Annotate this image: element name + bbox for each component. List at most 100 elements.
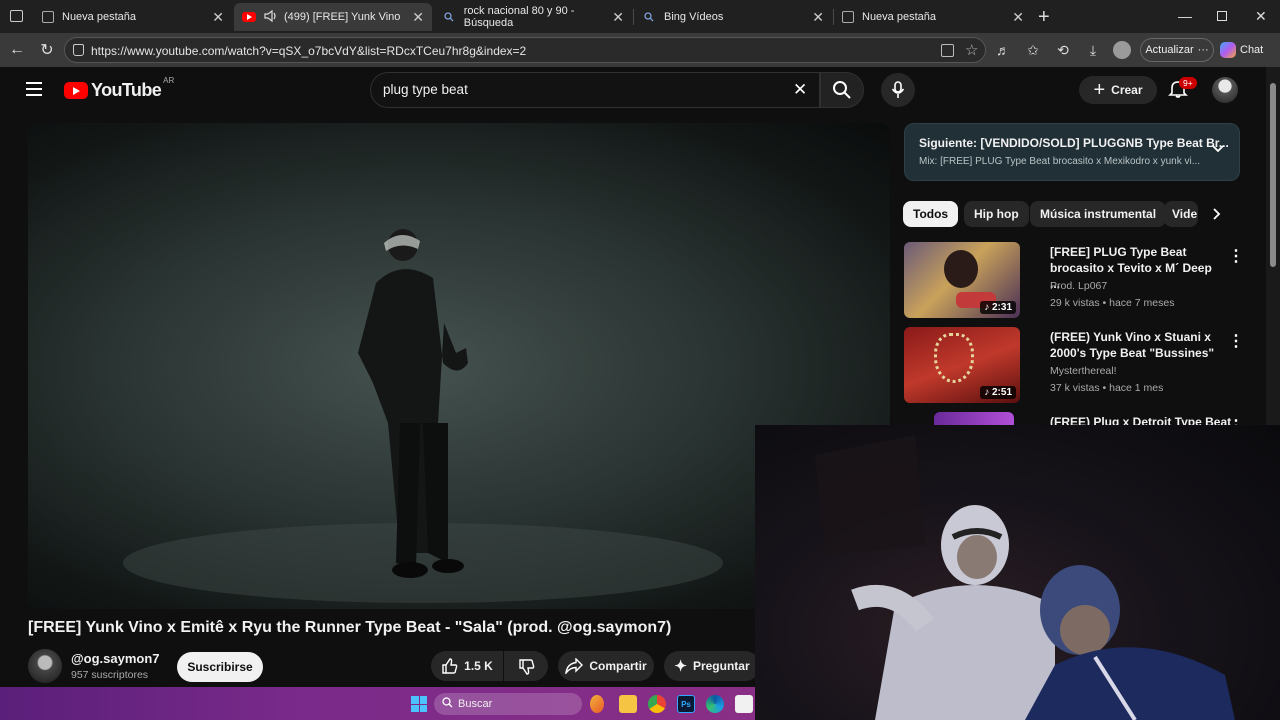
close-icon[interactable]: ✕ xyxy=(812,10,824,24)
speaker-icon[interactable] xyxy=(264,9,278,25)
tab-youtube[interactable]: (499) [FREE] Yunk Vino x Emitê ✕ xyxy=(234,3,432,31)
page-icon xyxy=(42,11,54,23)
search-icon xyxy=(442,10,456,24)
copilot-chat-button[interactable]: Chat xyxy=(1220,38,1276,62)
video-thumbnail[interactable] xyxy=(934,412,1014,425)
duration-badge: ♪ 2:51 xyxy=(980,386,1016,399)
update-label: Actualizar xyxy=(1145,44,1194,56)
chip-todos[interactable]: Todos xyxy=(903,201,959,227)
list-item[interactable]: ♪ 2:51 (FREE) Yunk Vino x Stuani x 2000'… xyxy=(904,327,1244,405)
notifications-button[interactable]: 9+ xyxy=(1168,77,1197,101)
video-title[interactable]: (FREE) Plug x Detroit Type Beat xyxy=(1050,414,1231,425)
sparkle-icon: ✦ xyxy=(674,658,687,675)
downloads-icon[interactable]: ⤓ xyxy=(1084,41,1102,59)
channel-name[interactable]: Prod. Lp067 xyxy=(1050,280,1107,292)
more-icon: ··· xyxy=(1197,44,1209,56)
refresh-button[interactable]: ↻ xyxy=(36,40,58,60)
channel-name[interactable]: Mysterthereal! xyxy=(1050,365,1117,377)
browser-toolbar: ← ↻ https://www.youtube.com/watch?v=qSX_… xyxy=(0,33,1280,67)
subscribe-button[interactable]: Suscribirse xyxy=(177,652,263,682)
tab-new-1[interactable]: Nueva pestaña ✕ xyxy=(34,3,232,31)
duration-badge: ♪ 2:31 xyxy=(980,301,1016,314)
close-icon[interactable]: ✕ xyxy=(212,10,224,24)
thumbnail-chain xyxy=(934,333,974,383)
chip-musica-instrumental[interactable]: Música instrumental xyxy=(1030,201,1167,227)
thumbs-up-icon xyxy=(442,657,458,674)
logo-text: YouTube xyxy=(91,80,162,100)
taskbar-search[interactable]: Buscar xyxy=(434,693,582,715)
youtube-logo[interactable]: YouTube AR xyxy=(64,76,174,101)
ask-button[interactable]: ✦ Preguntar xyxy=(664,651,760,681)
webcam-overlay xyxy=(755,425,1280,720)
search-input[interactable]: plug type beat ✕ xyxy=(370,72,820,108)
tab-actions-icon[interactable] xyxy=(10,10,23,22)
youtube-play-icon xyxy=(64,82,88,99)
more-vert-icon[interactable]: ⋮ xyxy=(1228,246,1244,266)
page-scrollbar[interactable] xyxy=(1266,67,1280,425)
split-screen-icon[interactable] xyxy=(941,44,954,57)
clear-search-icon[interactable]: ✕ xyxy=(793,80,807,100)
tab-bing-videos[interactable]: Bing Vídeos ✕ xyxy=(634,3,832,31)
video-thumbnail[interactable]: ♪ 2:31 xyxy=(904,242,1020,318)
update-button[interactable]: Actualizar ··· xyxy=(1140,38,1214,62)
site-info-icon[interactable] xyxy=(73,44,84,56)
favorite-star-icon[interactable]: ☆ xyxy=(965,41,978,59)
edge-icon[interactable] xyxy=(706,695,724,713)
up-next-panel[interactable]: Siguiente: [VENDIDO/SOLD] PLUGGNB Type B… xyxy=(904,123,1240,181)
photoshop-icon[interactable]: Ps xyxy=(677,695,695,713)
close-icon[interactable]: ✕ xyxy=(1012,10,1024,24)
chip-videos[interactable]: Vide xyxy=(1164,201,1198,227)
microphone-icon xyxy=(891,81,905,98)
file-explorer-icon[interactable] xyxy=(619,695,637,713)
close-icon[interactable]: ✕ xyxy=(412,10,424,24)
tab-rock-search[interactable]: rock nacional 80 y 90 - Búsqueda ✕ xyxy=(434,3,632,31)
chip-hip-hop[interactable]: Hip hop xyxy=(964,201,1029,227)
thumbs-down-icon xyxy=(518,658,534,675)
voice-search-button[interactable] xyxy=(881,73,915,107)
chrome-icon[interactable] xyxy=(648,695,666,713)
share-button[interactable]: Compartir xyxy=(558,651,654,681)
taskbar-search-label: Buscar xyxy=(458,698,493,710)
webcam-scene xyxy=(815,435,1235,720)
address-bar[interactable]: https://www.youtube.com/watch?v=qSX_o7bc… xyxy=(64,37,986,63)
country-code: AR xyxy=(163,76,175,85)
read-aloud-icon[interactable]: ♬ xyxy=(994,41,1012,59)
url-text: https://www.youtube.com/watch?v=qSX_o7bc… xyxy=(91,44,527,58)
profile-avatar[interactable] xyxy=(1113,41,1131,59)
channel-name[interactable]: @og.saymon7 xyxy=(71,651,160,666)
like-button[interactable]: 1.5 K xyxy=(431,651,503,681)
channel-avatar[interactable] xyxy=(28,649,62,683)
dislike-button[interactable] xyxy=(504,651,548,681)
chips-next-button[interactable] xyxy=(1200,201,1234,227)
widgets-icon[interactable] xyxy=(590,695,604,713)
page-icon xyxy=(842,11,854,23)
up-next-subtitle: Mix: [FREE] PLUG Type Beat brocasito x M… xyxy=(919,156,1201,167)
menu-icon[interactable] xyxy=(26,82,42,96)
scrollbar-thumb[interactable] xyxy=(1270,83,1276,267)
more-vert-icon[interactable]: ⋮ xyxy=(1228,331,1244,351)
tab-new-2[interactable]: Nueva pestaña ✕ xyxy=(834,3,1032,31)
search-button[interactable] xyxy=(820,72,864,108)
list-item[interactable]: (FREE) Plug x Detroit Type Beat ⋮ xyxy=(904,412,1244,425)
search-icon xyxy=(642,10,656,24)
back-button[interactable]: ← xyxy=(6,40,28,60)
video-title[interactable]: (FREE) Yunk Vino x Stuani x 2000's Type … xyxy=(1050,329,1218,361)
chat-label: Chat xyxy=(1240,44,1264,56)
capcut-icon[interactable] xyxy=(735,695,753,713)
favorites-icon[interactable]: ✩ xyxy=(1024,41,1042,59)
more-vert-icon[interactable]: ⋮ xyxy=(1228,416,1244,425)
tab-label: Bing Vídeos xyxy=(664,11,724,23)
minimize-button[interactable]: — xyxy=(1178,8,1192,24)
account-avatar[interactable] xyxy=(1212,77,1238,103)
subscriber-count: 957 suscriptores xyxy=(71,669,149,681)
maximize-button[interactable] xyxy=(1217,11,1227,21)
create-button[interactable]: + Crear xyxy=(1079,76,1157,104)
list-item[interactable]: ♪ 2:31 [FREE] PLUG Type Beat brocasito x… xyxy=(904,242,1244,320)
video-thumbnail[interactable]: ♪ 2:51 xyxy=(904,327,1020,403)
new-tab-button[interactable]: + xyxy=(1038,6,1050,29)
windows-start-icon[interactable] xyxy=(411,696,427,712)
close-icon[interactable]: ✕ xyxy=(612,10,624,24)
close-window-button[interactable]: ✕ xyxy=(1255,8,1267,25)
chevron-down-icon[interactable] xyxy=(1211,141,1225,159)
history-icon[interactable]: ⟲ xyxy=(1054,41,1072,59)
